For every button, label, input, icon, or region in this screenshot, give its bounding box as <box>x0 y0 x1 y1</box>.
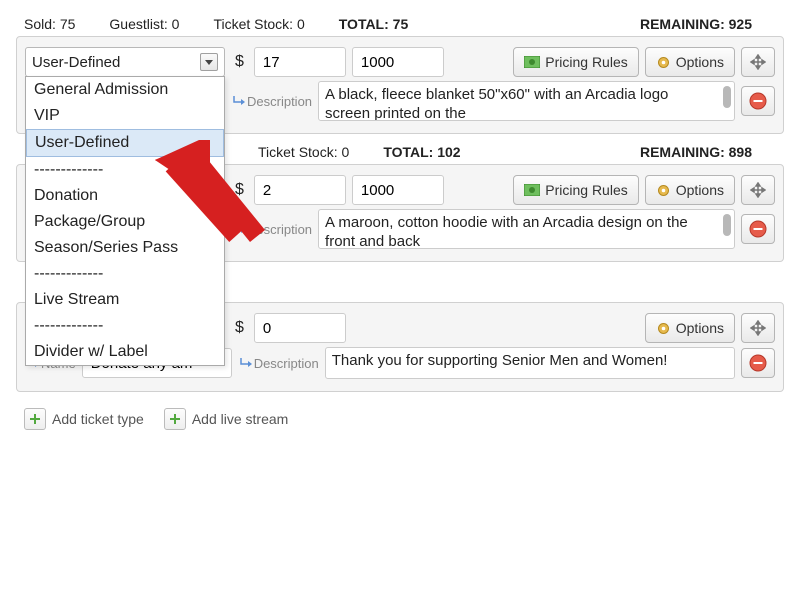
quantity-input[interactable] <box>352 47 444 77</box>
plus-icon <box>24 408 46 430</box>
money-icon <box>524 184 540 196</box>
chevron-down-icon <box>200 53 218 71</box>
dropdown-option[interactable]: Package/Group <box>26 209 224 235</box>
select-value: User-Defined <box>32 54 120 71</box>
dropdown-option[interactable]: Divider w/ Label <box>26 339 224 365</box>
description-label: Description <box>231 222 312 237</box>
ticket-type-select[interactable]: User-Defined <box>25 47 225 77</box>
price-input[interactable] <box>254 47 346 77</box>
description-label: Description <box>231 94 312 109</box>
description-textarea[interactable]: A maroon, cotton hoodie with an Arcadia … <box>318 209 735 249</box>
price-input[interactable] <box>254 175 346 205</box>
move-button[interactable] <box>741 313 775 343</box>
ticket-type-dropdown[interactable]: General AdmissionVIPUser-Defined--------… <box>25 76 225 366</box>
dropdown-option[interactable]: General Admission <box>26 77 224 103</box>
description-label: Description <box>238 356 319 371</box>
currency-symbol: $ <box>231 319 248 337</box>
gear-icon <box>656 183 671 198</box>
add-ticket-type-button[interactable]: Add ticket type <box>24 408 144 430</box>
options-button[interactable]: Options <box>645 313 735 343</box>
gear-icon <box>656 321 671 336</box>
dropdown-option[interactable]: User-Defined <box>26 129 224 157</box>
plus-icon <box>164 408 186 430</box>
options-button[interactable]: Options <box>645 47 735 77</box>
dropdown-option[interactable]: Season/Series Pass <box>26 235 224 261</box>
minus-circle-icon <box>749 92 767 110</box>
pricing-rules-button[interactable]: Pricing Rules <box>513 47 638 77</box>
scrollbar-thumb[interactable] <box>723 86 731 108</box>
dropdown-option[interactable]: VIP <box>26 103 224 129</box>
currency-symbol: $ <box>231 53 248 71</box>
move-icon <box>750 182 766 198</box>
options-button[interactable]: Options <box>645 175 735 205</box>
quantity-input[interactable] <box>352 175 444 205</box>
description-textarea[interactable]: Thank you for supporting Senior Men and … <box>325 347 735 379</box>
dropdown-option[interactable]: ------------- <box>26 261 224 287</box>
scrollbar-thumb[interactable] <box>723 214 731 236</box>
money-icon <box>524 56 540 68</box>
minus-circle-icon <box>749 220 767 238</box>
dropdown-option[interactable]: Donation <box>26 183 224 209</box>
move-icon <box>750 320 766 336</box>
dropdown-option[interactable]: ------------- <box>26 157 224 183</box>
move-button[interactable] <box>741 47 775 77</box>
description-textarea[interactable]: A black, fleece blanket 50"x60" with an … <box>318 81 735 121</box>
dropdown-option[interactable]: Live Stream <box>26 287 224 313</box>
move-button[interactable] <box>741 175 775 205</box>
gear-icon <box>656 55 671 70</box>
dropdown-option[interactable]: ------------- <box>26 313 224 339</box>
minus-circle-icon <box>749 354 767 372</box>
price-input[interactable] <box>254 313 346 343</box>
delete-button[interactable] <box>741 214 775 244</box>
move-icon <box>750 54 766 70</box>
stats-row: Sold: 75 Guestlist: 0 Ticket Stock: 0 TO… <box>16 16 784 36</box>
delete-button[interactable] <box>741 86 775 116</box>
currency-symbol: $ <box>231 181 248 199</box>
pricing-rules-button[interactable]: Pricing Rules <box>513 175 638 205</box>
delete-button[interactable] <box>741 348 775 378</box>
add-live-stream-button[interactable]: Add live stream <box>164 408 288 430</box>
